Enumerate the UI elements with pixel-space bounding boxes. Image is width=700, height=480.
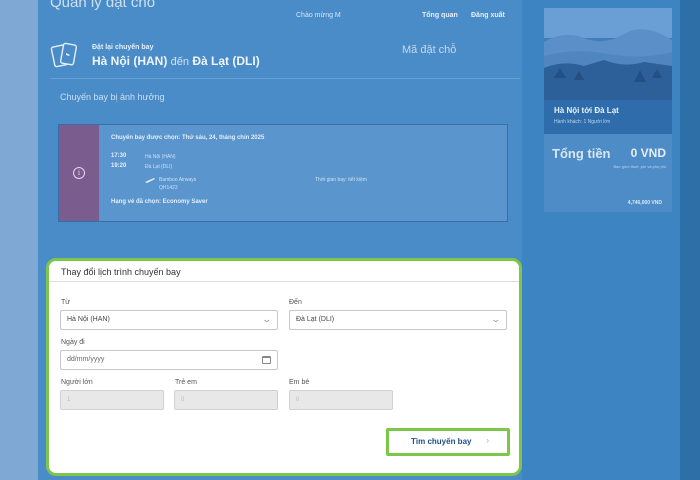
form-title: Thay đổi lịch trình chuyến bay: [61, 267, 181, 277]
route-from: Hà Nội (HAN): [92, 54, 168, 68]
info-icon: i: [73, 167, 85, 179]
search-flights-button[interactable]: Tìm chuyến bay ›: [386, 428, 510, 456]
calendar-icon[interactable]: [262, 356, 271, 364]
booking-code-label: Mã đặt chỗ: [402, 44, 457, 56]
infants-value: 0: [296, 397, 300, 403]
date-input[interactable]: dd/mm/yyyy: [60, 350, 278, 370]
route-title: Hà Nội (HAN) đến Đà Lạt (DLI): [92, 54, 260, 68]
date-label: Ngày đi: [61, 339, 85, 346]
from-label: Từ: [61, 299, 70, 306]
children-input[interactable]: 0: [174, 390, 278, 410]
from-value: Hà Nội (HAN): [67, 316, 110, 323]
form-divider: [49, 281, 519, 282]
arrive-place: Đà Lạt (DLI): [145, 164, 173, 170]
arrive-time: 19:20: [111, 163, 127, 169]
chevron-down-icon: ⌄: [490, 314, 502, 324]
right-strip: [680, 0, 700, 480]
fare-class: Hạng vé đã chọn: Economy Saver: [111, 199, 208, 205]
ticket-icon: [50, 42, 78, 68]
depart-place: Hà Nội (HAN): [145, 154, 176, 160]
flight-card-accent: i: [59, 125, 99, 221]
adults-label: Người lớn: [61, 379, 93, 386]
chevron-right-icon: ›: [486, 436, 489, 445]
side-passengers: Hành khách: 1 Người lớn: [554, 119, 611, 125]
route-connector: đến: [170, 56, 190, 68]
logout-link[interactable]: Đăng xuất: [471, 12, 505, 19]
to-label: Đến: [289, 299, 302, 306]
overview-link[interactable]: Tổng quan: [422, 12, 458, 19]
to-value: Đà Lạt (DLI): [296, 316, 335, 323]
infants-input[interactable]: 0: [289, 390, 393, 410]
date-placeholder: dd/mm/yyyy: [67, 356, 105, 363]
flight-title: Chuyến bay được chọn: Thứ sáu, 24, tháng…: [111, 135, 265, 141]
from-select[interactable]: Hà Nội (HAN) ⌄: [60, 310, 278, 330]
airline-name: Bamboo Airways: [159, 177, 197, 183]
page-title: Quản lý đặt chỗ: [50, 0, 156, 11]
flight-duration: Thời gian bay: tiết kiệm: [315, 177, 367, 183]
total-note: Bao gồm thuế, phí và phụ phí: [613, 164, 666, 169]
flight-card: i Chuyến bay được chọn: Thứ sáu, 24, thá…: [58, 124, 508, 222]
adults-input[interactable]: 1: [60, 390, 164, 410]
route-to: Đà Lạt (DLI): [192, 54, 260, 68]
booking-label: Đặt lại chuyến bay: [92, 44, 154, 51]
total-value: 0 VND: [630, 146, 666, 160]
children-value: 0: [181, 397, 185, 403]
total-box: Tổng tiền 0 VND Bao gồm thuế, phí và phụ…: [544, 134, 672, 212]
total-label: Tổng tiền: [552, 146, 611, 161]
destination-card: Hà Nội tới Đà Lạt Hành khách: 1 Người lớ…: [544, 8, 672, 134]
plane-icon: [145, 178, 155, 183]
to-select[interactable]: Đà Lạt (DLI) ⌄: [289, 310, 507, 330]
children-label: Trẻ em: [175, 379, 197, 386]
flight-number: QH1423: [159, 185, 178, 191]
change-itinerary-form: Thay đổi lịch trình chuyến bay Từ Hà Nội…: [46, 258, 522, 476]
side-destination: Hà Nội tới Đà Lạt: [554, 106, 619, 115]
user-greeting-link[interactable]: Chào mừng M: [296, 12, 341, 19]
destination-photo: [544, 8, 672, 100]
total-price: 4,746,000 VND: [627, 200, 662, 206]
depart-time: 17:30: [111, 153, 127, 159]
section-label: Chuyến bay bị ảnh hưởng: [60, 92, 165, 102]
adults-value: 1: [67, 397, 71, 403]
search-button-label: Tìm chuyến bay: [411, 437, 472, 446]
divider: [50, 78, 520, 79]
infants-label: Em bé: [289, 379, 310, 386]
chevron-down-icon: ⌄: [261, 314, 273, 324]
